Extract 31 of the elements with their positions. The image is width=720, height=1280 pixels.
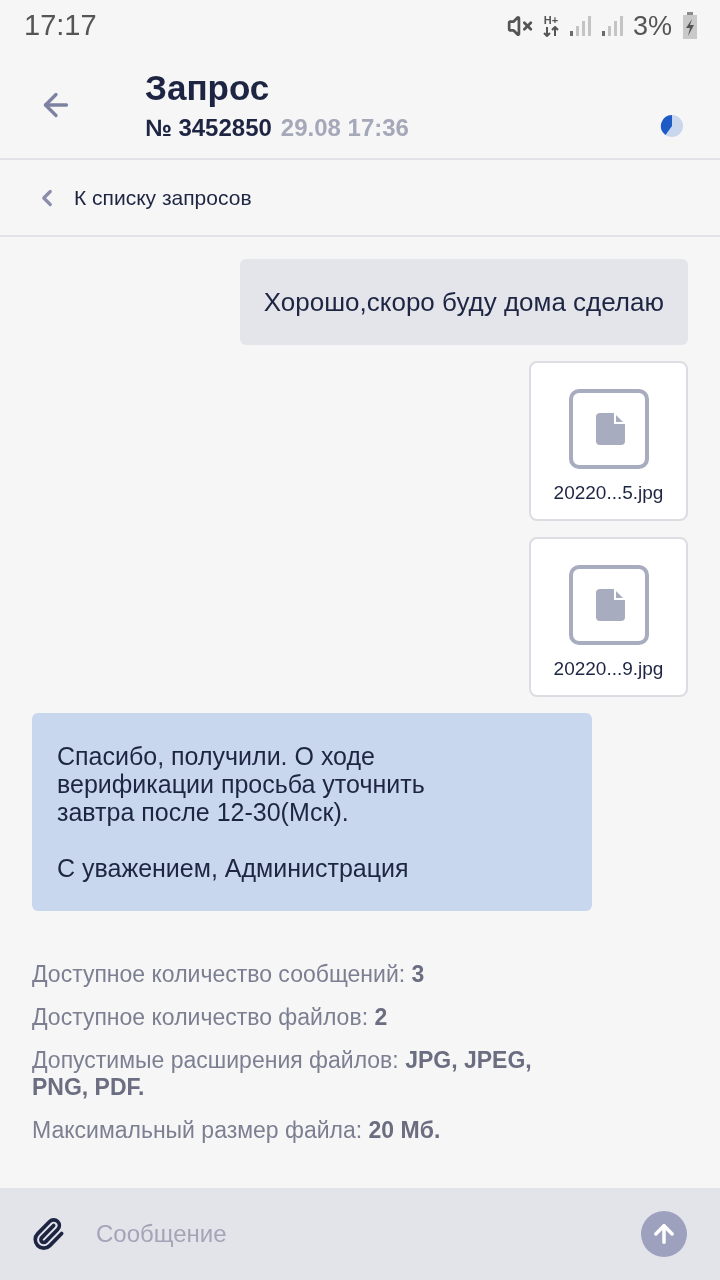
request-datetime: 29.08 17:36 <box>280 112 409 143</box>
limit-info-text: Максимальный размер файла: 20 Мб. <box>32 1117 442 1144</box>
message-text: Спасибо, получили. О ходе верификации просьба уточнить завтра после 12-30(Мск). <box>57 742 426 826</box>
status-pie-icon <box>660 114 684 138</box>
battery-charging-icon <box>682 12 698 40</box>
status-time: 17:17 <box>24 8 97 44</box>
message-text: Хорошо,скоро буду дома сделаю <box>263 286 664 318</box>
limit-info-text: Допустимые расширения файлов: JPG, JPEG, PNG, PDF. <box>32 1047 533 1101</box>
file-name: 20220...9.jpg <box>553 657 664 681</box>
file-icon <box>568 565 649 645</box>
message-input[interactable]: Сообщение <box>96 1209 641 1259</box>
limit-info-text: Доступное количество сообщений: 3 <box>32 961 426 988</box>
data-arrows-icon <box>542 26 559 37</box>
message-composer[interactable]: Сообщение <box>0 1188 720 1280</box>
request-number: № 3452850 <box>145 112 272 143</box>
file-icon <box>568 389 649 469</box>
page-title: Запрос <box>145 67 271 108</box>
battery-percent: 3% <box>632 9 672 43</box>
signal-icon <box>568 15 591 37</box>
file-attachment[interactable]: 20220...9.jpg <box>529 537 688 697</box>
mute-icon <box>506 13 533 39</box>
send-button[interactable] <box>641 1211 687 1257</box>
file-attachment[interactable]: 20220...5.jpg <box>529 361 688 521</box>
attach-button[interactable] <box>30 1216 66 1252</box>
signal-icon <box>600 15 623 37</box>
network-type: H+ <box>543 15 559 26</box>
file-name: 20220...5.jpg <box>553 481 664 505</box>
limit-info-text: Доступное количество файлов: 2 <box>32 1004 389 1031</box>
message-text: С уважением, Администрация <box>57 854 410 882</box>
paperclip-icon <box>31 1217 65 1251</box>
back-to-list-link[interactable]: К списку запросов <box>34 181 252 214</box>
